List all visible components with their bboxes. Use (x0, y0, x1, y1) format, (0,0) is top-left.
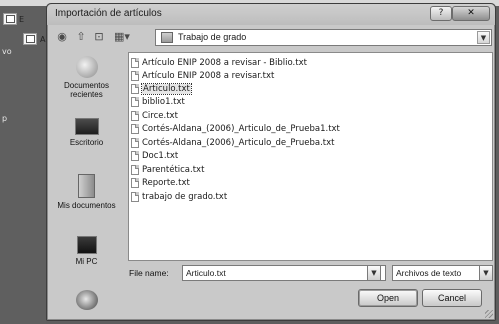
list-item[interactable]: Reporte.txt (131, 177, 190, 190)
up-folder-icon[interactable]: ⇧ (74, 30, 88, 44)
places-bar: Documentos recientes Escritorio Mis docu… (50, 52, 123, 318)
views-menu-icon[interactable]: ▦▾ (112, 30, 132, 44)
file-list[interactable]: Artículo ENIP 2008 a revisar - Biblio.tx… (128, 52, 493, 261)
place-label: Escritorio (69, 138, 104, 147)
document-icon (6, 15, 15, 23)
chevron-down-icon[interactable]: ▼ (479, 265, 493, 281)
text-file-icon (131, 111, 139, 121)
close-button[interactable]: ✕ (452, 6, 490, 21)
background-side-text-1: vo (2, 47, 12, 56)
text-file-icon (131, 192, 139, 202)
recent-documents-icon (75, 56, 98, 78)
place-label: Documentos recientes (64, 81, 109, 99)
back-icon[interactable]: ◉ (55, 30, 69, 44)
place-desktop[interactable]: Escritorio (50, 118, 123, 147)
import-articles-dialog: Importación de artículos ? ✕ ◉ ⇧ ⊡ ▦▾ Tr… (46, 3, 496, 321)
file-name: Artículo ENIP 2008 a revisar.txt (142, 71, 275, 81)
text-file-icon (131, 124, 139, 134)
background-tab-1[interactable] (3, 13, 17, 25)
look-in-select[interactable]: Trabajo de grado ▼ (155, 29, 492, 46)
file-name: Circe.txt (142, 111, 178, 121)
file-name: Cortés-Aldana_(2006)_Articulo_de_Prueba.… (142, 138, 335, 148)
dialog-title: Importación de artículos (55, 8, 162, 19)
folder-icon (161, 32, 173, 43)
place-my-computer[interactable]: Mi PC (50, 236, 123, 266)
background-tab-1-letter: E (19, 15, 25, 24)
text-file-icon (131, 84, 139, 94)
background-side-text-2: p (2, 114, 8, 123)
dialog-titlebar[interactable]: Importación de artículos ? ✕ (47, 4, 495, 25)
my-documents-icon (78, 174, 95, 198)
file-name: Cortés-Aldana_(2006)_Articulo_de_Prueba1… (142, 124, 340, 134)
file-name: Doc1.txt (142, 151, 179, 161)
my-computer-icon (76, 236, 97, 254)
file-name: biblio1.txt (142, 97, 185, 107)
text-file-icon (131, 58, 139, 68)
open-button[interactable]: Open (358, 289, 418, 307)
dialog-toolbar: ◉ ⇧ ⊡ ▦▾ Trabajo de grado ▼ (50, 27, 493, 49)
list-item[interactable]: Artículo ENIP 2008 a revisar.txt (131, 70, 274, 83)
list-item[interactable]: trabajo de grado.txt (131, 191, 227, 204)
background-tab-2[interactable] (23, 33, 37, 45)
file-name-input[interactable]: Articulo.txt (182, 265, 386, 281)
text-file-icon (131, 151, 139, 161)
desktop-icon (74, 118, 99, 135)
look-in-value: Trabajo de grado (178, 32, 247, 42)
document-icon (26, 35, 35, 43)
background-tab-2-letter: A (40, 35, 46, 44)
text-file-icon (131, 165, 139, 175)
file-name: trabajo de grado.txt (142, 192, 228, 202)
list-item[interactable]: Parentética.txt (131, 164, 204, 177)
place-my-documents[interactable]: Mis documentos (50, 174, 123, 210)
file-name: Articulo.txt (141, 83, 192, 95)
help-button[interactable]: ? (430, 6, 452, 21)
place-label: Mi PC (75, 257, 98, 266)
text-file-icon (131, 71, 139, 81)
file-name: Artículo ENIP 2008 a revisar - Biblio.tx… (142, 58, 307, 68)
list-item[interactable]: Doc1.txt (131, 150, 178, 163)
resize-grip[interactable] (485, 310, 493, 318)
list-item[interactable]: Circe.txt (131, 110, 178, 123)
text-file-icon (131, 178, 139, 188)
place-label: Mis documentos (57, 201, 116, 210)
chevron-down-icon[interactable]: ▼ (477, 31, 490, 44)
list-item[interactable]: Cortés-Aldana_(2006)_Articulo_de_Prueba1… (131, 123, 340, 136)
list-item-selected[interactable]: Articulo.txt (131, 83, 192, 96)
new-folder-icon[interactable]: ⊡ (92, 30, 106, 44)
list-item[interactable]: biblio1.txt (131, 96, 185, 109)
file-name-label: File name: (129, 268, 169, 278)
place-network[interactable] (50, 290, 123, 313)
list-item[interactable]: Cortés-Aldana_(2006)_Articulo_de_Prueba.… (131, 137, 334, 150)
list-item[interactable]: Artículo ENIP 2008 a revisar - Biblio.tx… (131, 57, 307, 70)
text-file-icon (131, 138, 139, 148)
file-type-select[interactable]: Archivos de texto (392, 265, 482, 281)
cancel-button[interactable]: Cancel (422, 289, 482, 307)
file-name: Reporte.txt (142, 178, 190, 188)
file-name: Parentética.txt (142, 165, 205, 175)
chevron-down-icon[interactable]: ▼ (367, 265, 381, 281)
text-file-icon (131, 97, 139, 107)
network-icon (75, 290, 98, 310)
place-recent-documents[interactable]: Documentos recientes (50, 56, 123, 99)
